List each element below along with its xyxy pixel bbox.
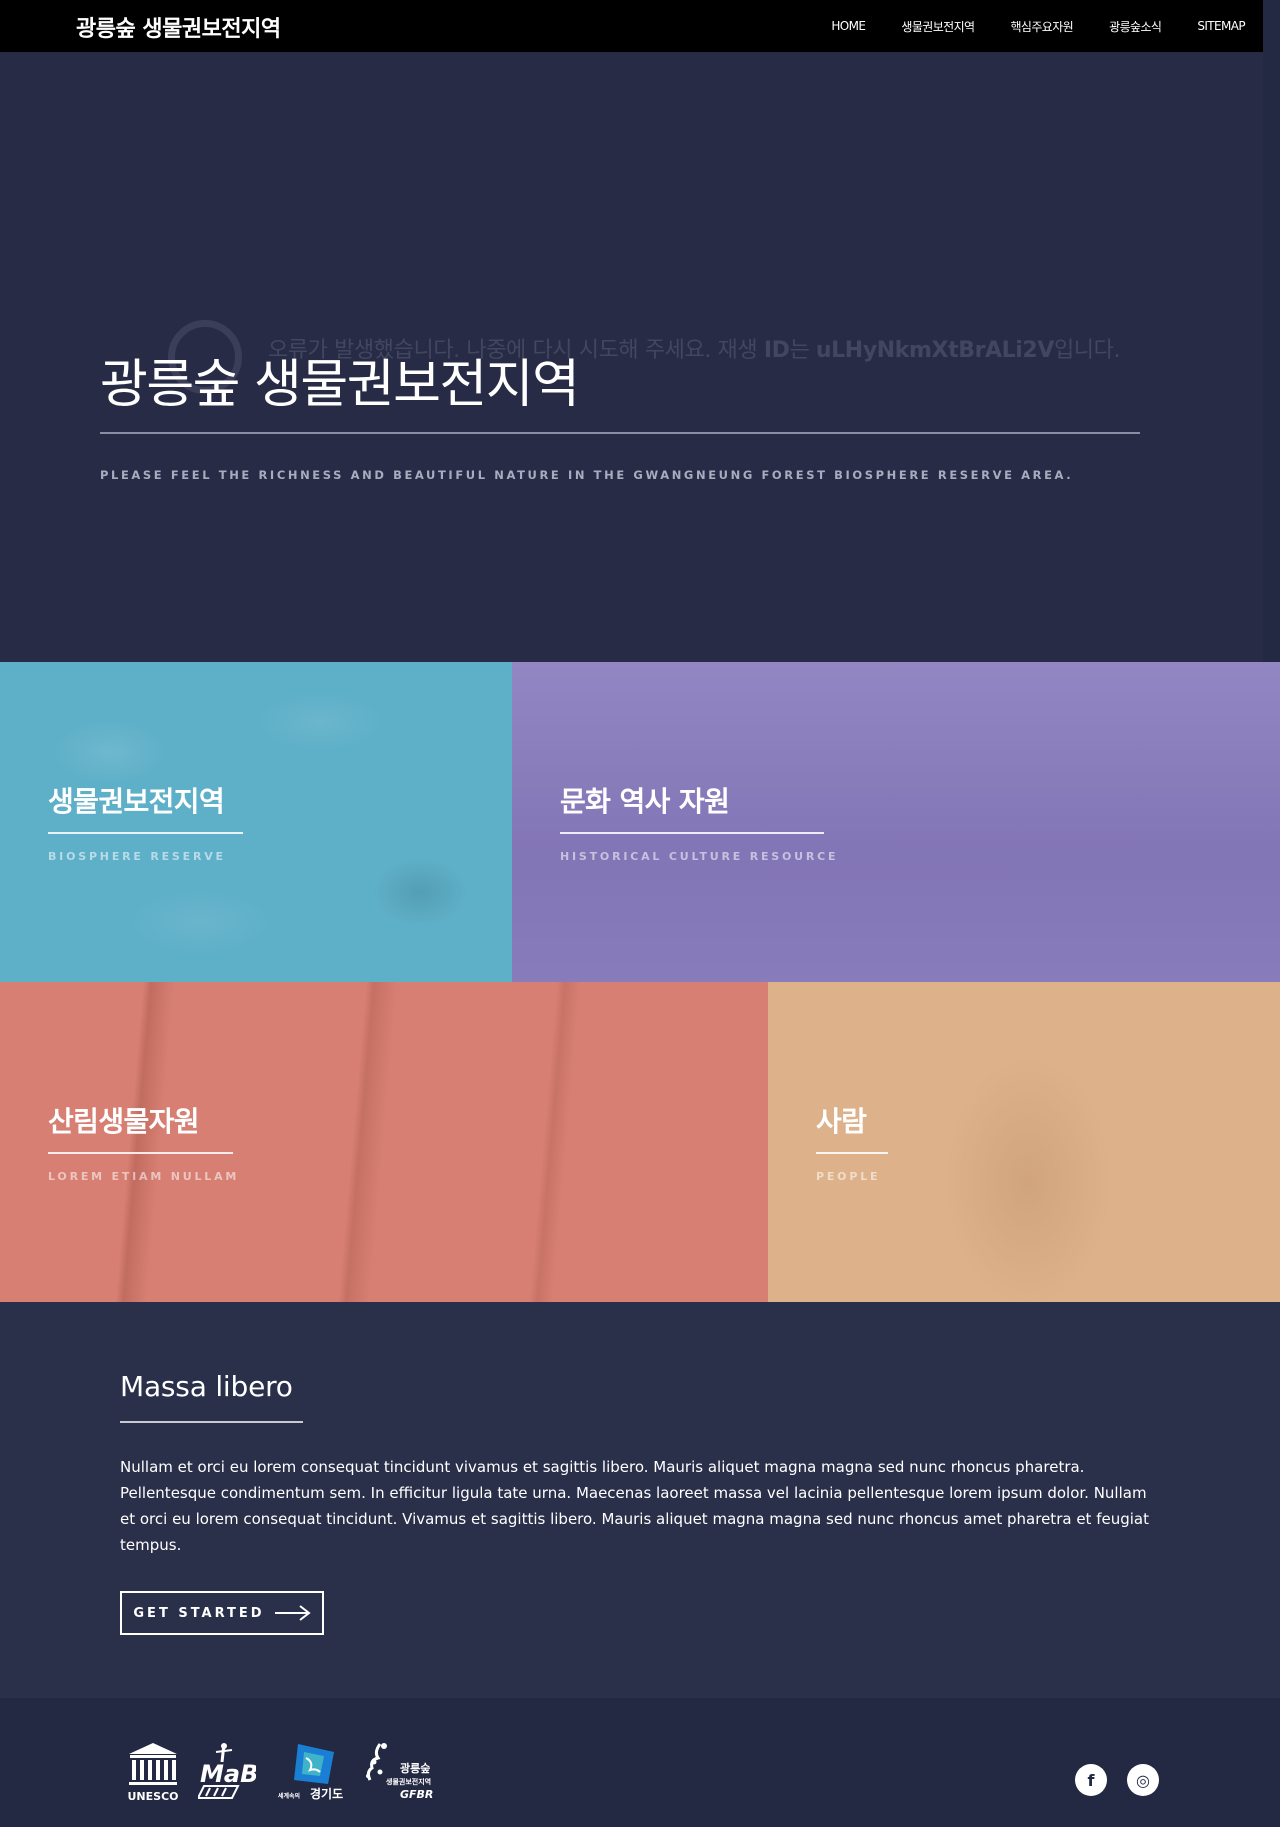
hero-subtitle: PLEASE FEEL THE RICHNESS AND BEAUTIFUL N… [100,468,1074,482]
gfbr-caption2: 생물권보전지역 [386,1777,431,1786]
get-started-button[interactable]: GET STARTED [120,1591,324,1635]
tile-title: 산림생물자원 [48,1105,200,1138]
mab-logo[interactable]: MaB [198,1742,256,1800]
gfbr-caption: 광릉숲 [400,1762,430,1775]
hero-title: 광릉숲 생물권보전지역 [100,355,580,415]
tile-title: 사람 [816,1105,867,1138]
tile-divider [816,1152,888,1154]
tile-divider [560,832,824,834]
tile-people[interactable]: 사람 PEOPLE [768,982,1280,1302]
unesco-logo[interactable]: UNESCO [124,1740,182,1802]
section-body: Nullam et orci eu lorem consequat tincid… [120,1458,1149,1554]
tile-divider [48,1152,233,1154]
tile-background [768,982,1280,1302]
tile-title: 생물권보전지역 [48,785,225,818]
footer: UNESCO MaB 세계속의 경기도 광릉숲 생물권보전지역 GFBR f ◎ [0,1698,1280,1827]
site-brand[interactable]: 광릉숲 생물권보전지역 [76,11,281,43]
gyeonggi-logo[interactable]: 세계속의 경기도 [276,1742,346,1804]
tile-biosphere-reserve[interactable]: 생물권보전지역 BIOSPHERE RESERVE [0,662,512,982]
gyeonggi-small: 세계속의 [278,1792,300,1800]
tile-background [0,982,768,1302]
arrow-right-icon [274,1605,311,1621]
tile-historical-culture[interactable]: 문화 역사 자원 HISTORICAL CULTURE RESOURCE [512,662,1280,982]
hero-divider [100,432,1140,434]
section-title: Massa libero [120,1370,293,1403]
tile-subtitle: PEOPLE [816,1170,881,1183]
instagram-glyph: ◎ [1136,1770,1150,1790]
section-divider [120,1421,303,1423]
nav-sitemap[interactable]: SITEMAP [1197,19,1245,33]
tile-subtitle: HISTORICAL CULTURE RESOURCE [560,850,839,863]
facebook-glyph: f [1087,1770,1095,1790]
mab-wordmark: MaB [200,1760,256,1788]
nav-core-resources[interactable]: 핵심주요자원 [1010,18,1073,35]
nav-biosphere[interactable]: 생물권보전지역 [901,18,975,35]
gfbr-caption3: GFBR [400,1788,433,1801]
tile-forest-resources[interactable]: 산림생물자원 LOREM ETIAM NULLAM [0,982,768,1302]
gfbr-logo[interactable]: 광릉숲 생물권보전지역 GFBR [360,1740,440,1806]
hero-section: 오류가 발생했습니다. 나중에 다시 시도해 주세요. 재생 ID는 uLHyN… [0,52,1263,662]
tile-background [512,662,1280,982]
tile-title: 문화 역사 자원 [560,785,730,818]
main-nav: HOME 생물권보전지역 핵심주요자원 광릉숲소식 SITEMAP [795,0,1245,52]
button-label: GET STARTED [133,1605,265,1621]
tile-divider [48,832,243,834]
unesco-caption: UNESCO [128,1790,179,1802]
tile-subtitle: BIOSPHERE RESERVE [48,850,226,863]
top-navbar: 광릉숲 생물권보전지역 HOME 생물권보전지역 핵심주요자원 광릉숲소식 SI… [0,0,1263,52]
intro-section: Massa libero Nullam et orci eu lorem con… [0,1302,1280,1698]
tile-subtitle: LOREM ETIAM NULLAM [48,1170,240,1183]
instagram-icon[interactable]: ◎ [1127,1764,1159,1796]
facebook-icon[interactable]: f [1075,1764,1107,1796]
gyeonggi-caption: 경기도 [310,1786,343,1801]
nav-home[interactable]: HOME [831,19,866,33]
nav-news[interactable]: 광릉숲소식 [1109,18,1162,35]
tile-background [0,662,512,982]
